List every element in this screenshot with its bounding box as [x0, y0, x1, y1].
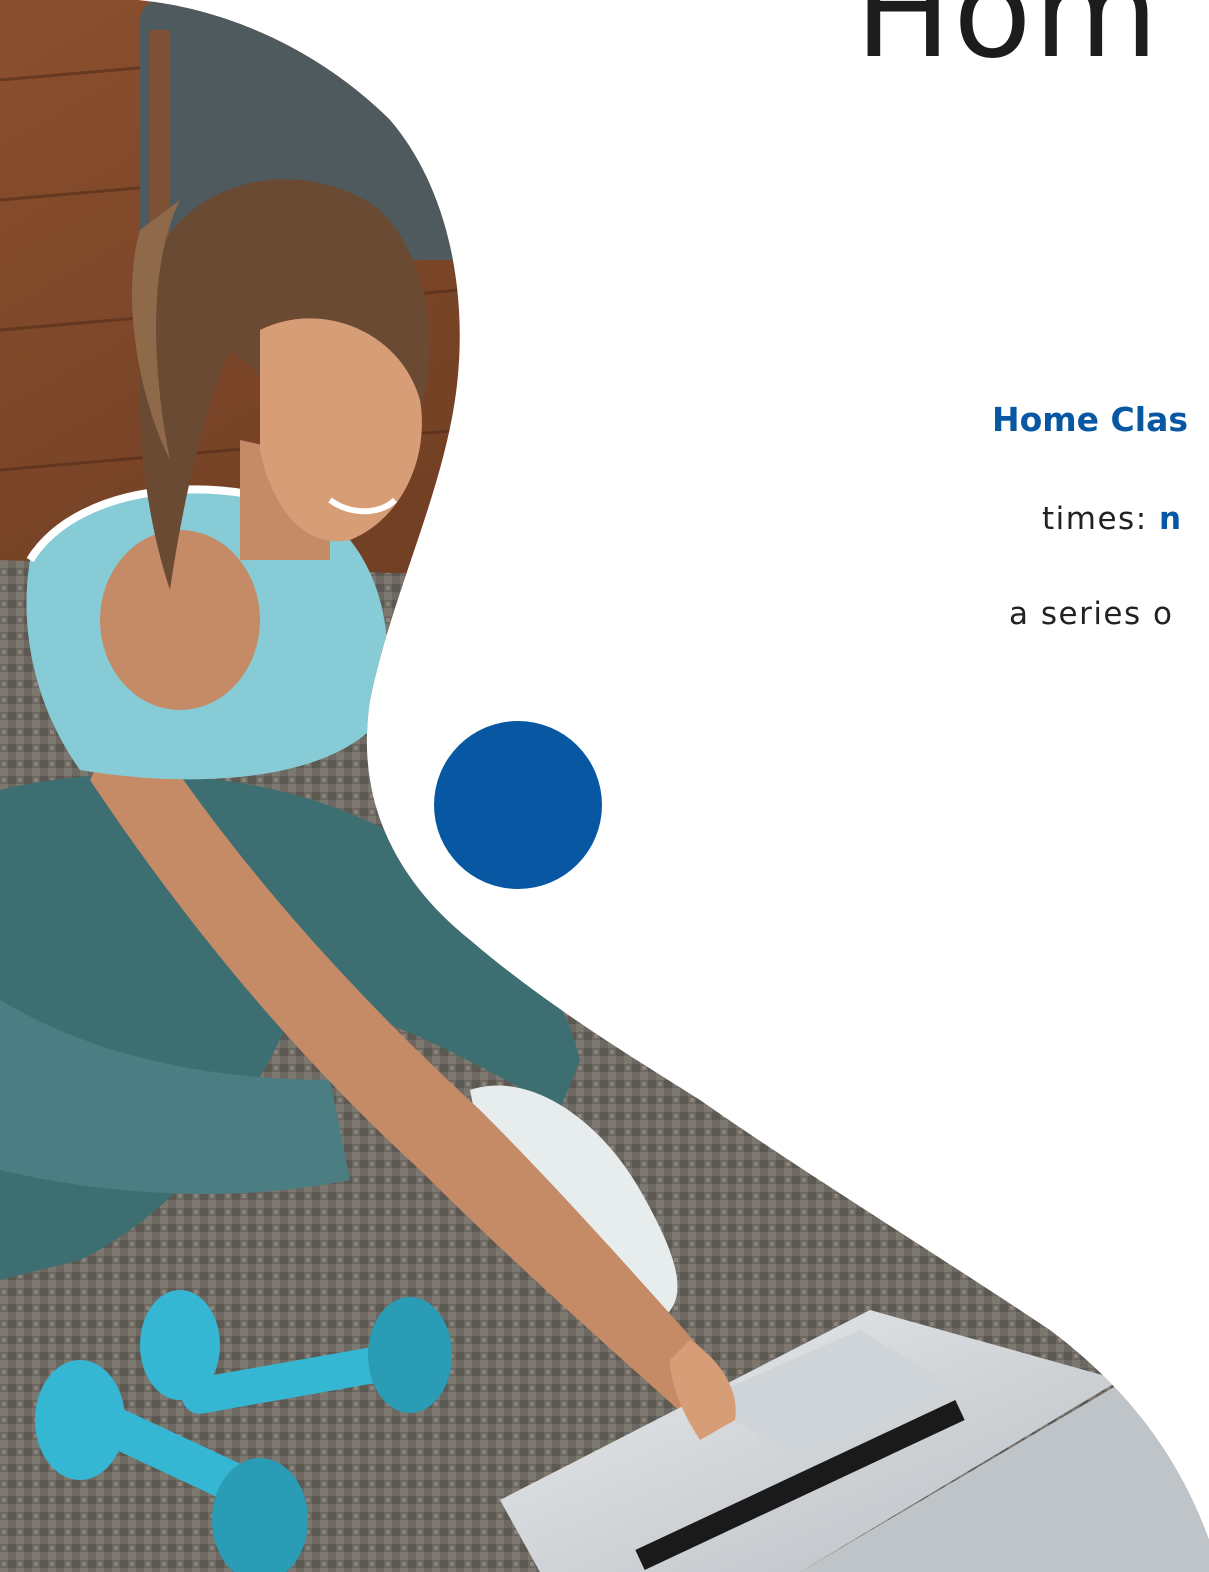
hero-photo — [0, 0, 1209, 1572]
section-subheading: Home Clas — [992, 400, 1188, 439]
series-description: a series o — [1009, 596, 1174, 632]
class-times-line: times: n — [1042, 498, 1183, 540]
page: Hom Home Clas times: n a series o — [0, 0, 1209, 1572]
times-highlight: n — [1159, 501, 1183, 537]
page-title: Hom — [855, 0, 1161, 87]
accent-circle — [434, 721, 602, 889]
times-label: times: — [1042, 501, 1148, 537]
